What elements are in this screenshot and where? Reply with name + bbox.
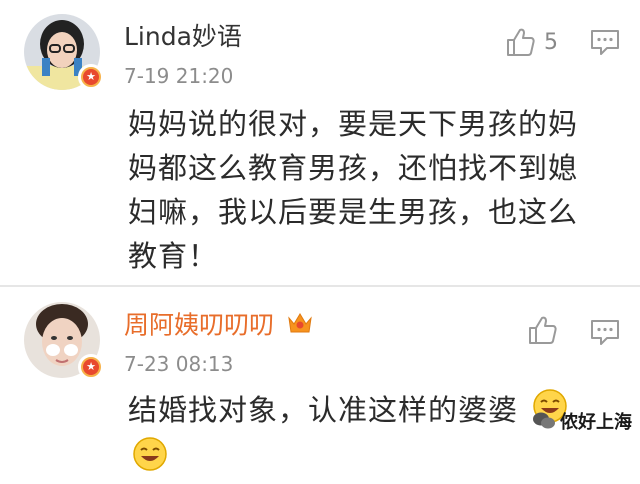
thumbs-up-icon <box>507 28 535 56</box>
thumbs-up-icon <box>529 316 557 344</box>
username-text: 周阿姨叨叨叨 <box>124 310 275 340</box>
comment-text: 结婚找对象，认准这样的婆婆 <box>128 388 608 484</box>
reply-button[interactable] <box>590 318 620 350</box>
username[interactable]: 周阿姨叨叨叨 <box>124 310 314 343</box>
like-count: 5 <box>544 29 558 55</box>
watermark-text: 侬好上海 <box>560 412 632 433</box>
watermark: 侬好上海 <box>532 408 632 434</box>
timestamp: 7-19 21:20 <box>124 64 234 88</box>
verified-badge: ★ <box>78 64 104 90</box>
comment-icon <box>591 30 619 55</box>
comment-item: ★ Linda妙语 7-19 21:20 5 妈妈说的很对，要是天下男孩的妈妈都… <box>0 0 640 286</box>
reply-button[interactable] <box>590 28 620 60</box>
timestamp: 7-23 08:13 <box>124 352 234 376</box>
comment-text-content: 结婚找对象，认准这样的婆婆 <box>128 393 519 427</box>
wechat-icon <box>533 412 555 429</box>
comment-text: 妈妈说的很对，要是天下男孩的妈妈都这么教育男孩，还怕找不到媳妇嘛，我以后要是生男… <box>128 107 579 273</box>
star-icon: ★ <box>83 69 99 85</box>
vip-crown-icon <box>286 310 314 343</box>
divider <box>0 285 640 287</box>
username[interactable]: Linda妙语 <box>124 22 242 52</box>
comment-icon <box>591 320 619 345</box>
like-button[interactable] <box>526 314 558 346</box>
star-icon: ★ <box>83 359 99 375</box>
like-button[interactable]: 5 <box>504 26 558 58</box>
verified-badge: ★ <box>78 354 104 380</box>
laughing-emoji-icon <box>132 436 168 484</box>
